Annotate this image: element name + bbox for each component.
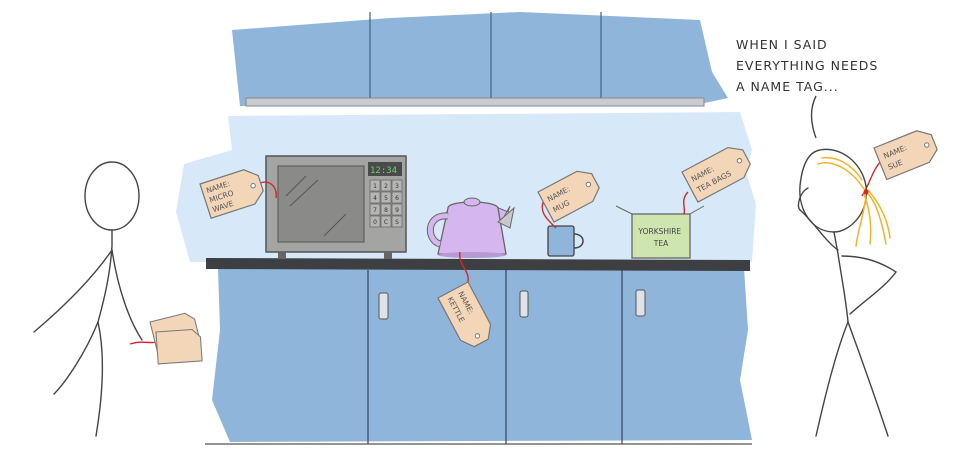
speech-caption: WHEN I SAID EVERYTHING NEEDS A NAME TAG.… <box>736 34 936 97</box>
name-tag-sue: NAME: SUE <box>873 130 938 181</box>
microwave: 12:34 1 2 3 4 5 6 7 8 9 0 C S <box>265 155 407 259</box>
countertop <box>206 258 750 271</box>
keypad-label: 6 <box>395 195 399 202</box>
keypad-label: 4 <box>373 195 377 202</box>
cabinet-handle <box>635 289 646 317</box>
tea-box-label-line: TEA <box>653 239 669 248</box>
keypad-label: 3 <box>395 183 399 190</box>
caption-line: WHEN I SAID <box>736 37 828 52</box>
blank-tags-bundle <box>149 312 203 365</box>
caption-line: A NAME TAG... <box>736 79 839 94</box>
keypad-label: S <box>395 219 399 226</box>
keypad-label: 2 <box>384 183 388 190</box>
upper-cabinets <box>232 12 728 107</box>
stick-figure-left <box>33 161 143 437</box>
keypad-label: 9 <box>395 207 399 214</box>
tea-box-label-line: YORKSHIRE <box>637 227 681 236</box>
cabinet-handle <box>378 292 389 320</box>
microwave-display: 12:34 <box>370 166 397 176</box>
keypad-label: 0 <box>373 219 377 226</box>
keypad-label: C <box>384 219 388 226</box>
keypad-label: 7 <box>373 207 377 214</box>
hair <box>817 156 891 247</box>
keypad-label: 8 <box>384 207 388 214</box>
cabinet-handle <box>519 290 529 318</box>
caption-line: EVERYTHING NEEDS <box>736 58 879 73</box>
lower-cabinets <box>205 268 752 445</box>
keypad-label: 5 <box>384 195 388 202</box>
keypad-label: 1 <box>373 183 377 190</box>
cartoon-scene: 12:34 123 456 789 0CS YORKSHIRE TEA NAME: M… <box>0 0 958 456</box>
